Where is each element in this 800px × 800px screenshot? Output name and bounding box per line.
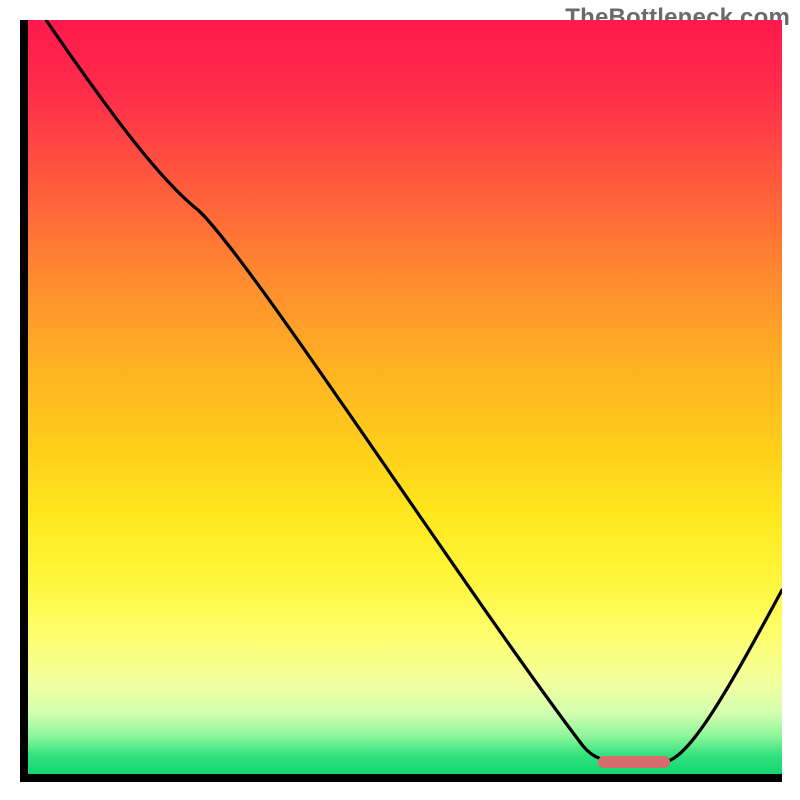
chart-frame: TheBottleneck.com — [0, 0, 800, 800]
optimal-marker — [598, 756, 670, 768]
x-axis — [20, 774, 782, 782]
y-axis — [20, 20, 28, 782]
curve-svg — [28, 20, 782, 774]
plot-area — [28, 20, 782, 774]
bottleneck-curve — [46, 20, 782, 762]
